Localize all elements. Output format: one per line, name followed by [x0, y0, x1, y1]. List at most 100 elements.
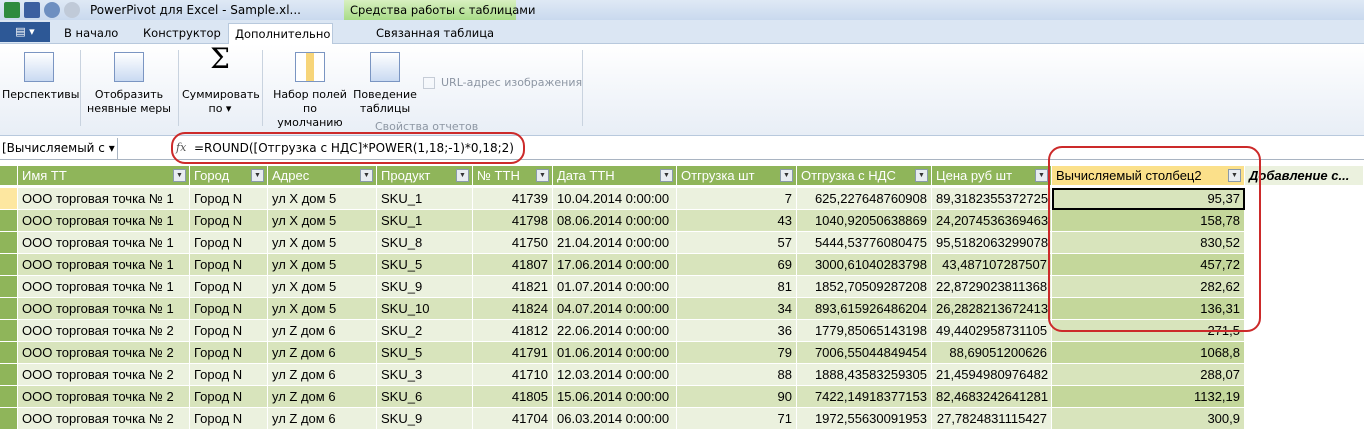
table-cell[interactable]: 82,4683242641281 — [932, 386, 1052, 408]
table-cell[interactable]: 1132,19 — [1052, 386, 1245, 408]
table-cell[interactable]: Город N — [190, 320, 268, 342]
table-cell[interactable]: 41807 — [473, 254, 553, 276]
table-cell[interactable]: SKU_6 — [377, 386, 473, 408]
table-cell[interactable]: 12.03.2014 0:00:00 — [553, 364, 677, 386]
file-menu-button[interactable]: ▤ ▾ — [0, 22, 50, 42]
filter-dropdown-icon[interactable]: ▼ — [660, 169, 673, 182]
table-cell[interactable]: 41805 — [473, 386, 553, 408]
table-cell[interactable]: ул Z дом 6 — [268, 342, 377, 364]
column-header[interactable]: Город ▼ — [190, 166, 268, 186]
table-cell[interactable]: 90 — [677, 386, 797, 408]
table-cell[interactable]: 95,5182063299078 — [932, 232, 1052, 254]
table-cell[interactable]: 89,3182355372725 — [932, 188, 1052, 210]
row-header[interactable] — [0, 364, 18, 386]
filter-dropdown-icon[interactable]: ▼ — [536, 169, 549, 182]
table-cell-empty[interactable] — [1245, 342, 1364, 364]
table-cell-empty[interactable] — [1245, 276, 1364, 298]
table-cell[interactable]: Город N — [190, 188, 268, 210]
table-cell[interactable]: ул X дом 5 — [268, 254, 377, 276]
filter-dropdown-icon[interactable]: ▼ — [251, 169, 264, 182]
table-cell[interactable]: 1779,85065143198 — [797, 320, 932, 342]
table-cell[interactable]: SKU_8 — [377, 232, 473, 254]
column-header[interactable]: Цена руб шт ▼ — [932, 166, 1052, 186]
column-header[interactable]: Продукт ▼ — [377, 166, 473, 186]
column-header[interactable]: Имя ТТ ▼ — [18, 166, 190, 186]
row-header[interactable] — [0, 320, 18, 342]
table-cell[interactable]: SKU_2 — [377, 320, 473, 342]
table-cell[interactable]: Город N — [190, 298, 268, 320]
name-box[interactable]: [Вычисляемый с ▾ — [0, 138, 118, 160]
row-header[interactable] — [0, 232, 18, 254]
table-cell-empty[interactable] — [1245, 210, 1364, 232]
column-header[interactable]: Добавление с... — [1245, 166, 1364, 186]
table-cell[interactable]: 43,487107287507 — [932, 254, 1052, 276]
undo-icon[interactable] — [44, 2, 60, 18]
table-cell[interactable]: 34 — [677, 298, 797, 320]
table-cell[interactable]: ООО торговая точка № 2 — [18, 364, 190, 386]
redo-icon[interactable] — [64, 2, 80, 18]
table-cell[interactable]: Город N — [190, 364, 268, 386]
table-cell[interactable]: 893,615926486204 — [797, 298, 932, 320]
table-cell[interactable]: 7006,55044849454 — [797, 342, 932, 364]
table-cell[interactable]: 17.06.2014 0:00:00 — [553, 254, 677, 276]
table-cell[interactable]: 7 — [677, 188, 797, 210]
table-cell[interactable]: ул X дом 5 — [268, 276, 377, 298]
table-cell[interactable]: 7422,14918377153 — [797, 386, 932, 408]
table-cell[interactable]: 57 — [677, 232, 797, 254]
row-header[interactable] — [0, 210, 18, 232]
default-field-set-button[interactable]: Набор полей по умолчанию — [270, 52, 350, 130]
table-cell-empty[interactable] — [1245, 386, 1364, 408]
table-cell[interactable]: 36 — [677, 320, 797, 342]
table-cell[interactable]: 22,8729023811368 — [932, 276, 1052, 298]
table-cell[interactable]: 43 — [677, 210, 797, 232]
table-cell[interactable]: ООО торговая точка № 2 — [18, 342, 190, 364]
row-header[interactable] — [0, 254, 18, 276]
table-cell[interactable]: 04.07.2014 0:00:00 — [553, 298, 677, 320]
table-cell-empty[interactable] — [1245, 188, 1364, 210]
table-cell[interactable]: 01.07.2014 0:00:00 — [553, 276, 677, 298]
table-cell[interactable]: 41739 — [473, 188, 553, 210]
chevron-down-icon[interactable]: ▾ — [109, 141, 115, 155]
column-header[interactable]: Дата ТТН ▼ — [553, 166, 677, 186]
table-cell[interactable]: 21,4594980976482 — [932, 364, 1052, 386]
table-cell[interactable]: 288,07 — [1052, 364, 1245, 386]
table-cell[interactable]: ООО торговая точка № 1 — [18, 254, 190, 276]
table-cell[interactable]: 88,69051200626 — [932, 342, 1052, 364]
table-cell[interactable]: 41710 — [473, 364, 553, 386]
table-cell[interactable]: Город N — [190, 232, 268, 254]
table-cell[interactable]: 1040,92050638869 — [797, 210, 932, 232]
row-header[interactable] — [0, 298, 18, 320]
table-cell[interactable]: ул X дом 5 — [268, 232, 377, 254]
table-cell[interactable]: ООО торговая точка № 2 — [18, 386, 190, 408]
table-cell[interactable]: SKU_1 — [377, 210, 473, 232]
table-cell[interactable]: ул X дом 5 — [268, 188, 377, 210]
row-header[interactable] — [0, 188, 18, 210]
table-cell[interactable]: ООО торговая точка № 1 — [18, 298, 190, 320]
tab-linked-table[interactable]: Связанная таблица — [370, 23, 500, 44]
table-behavior-button[interactable]: Поведение таблицы — [352, 52, 418, 116]
table-cell[interactable]: 79 — [677, 342, 797, 364]
table-cell[interactable]: Город N — [190, 210, 268, 232]
table-cell[interactable]: ООО торговая точка № 2 — [18, 320, 190, 342]
table-cell[interactable]: 625,227648760908 — [797, 188, 932, 210]
table-cell-empty[interactable] — [1245, 364, 1364, 386]
tab-home[interactable]: В начало — [58, 23, 124, 44]
table-cell[interactable]: ул Z дом 6 — [268, 320, 377, 342]
filter-dropdown-icon[interactable]: ▼ — [780, 169, 793, 182]
table-cell[interactable]: 41821 — [473, 276, 553, 298]
table-cell[interactable]: 15.06.2014 0:00:00 — [553, 386, 677, 408]
table-cell[interactable]: 41750 — [473, 232, 553, 254]
table-cell[interactable]: ООО торговая точка № 1 — [18, 210, 190, 232]
table-cell[interactable]: ООО торговая точка № 1 — [18, 188, 190, 210]
table-cell[interactable]: 1888,43583259305 — [797, 364, 932, 386]
table-cell[interactable]: 88 — [677, 364, 797, 386]
row-header[interactable] — [0, 276, 18, 298]
column-header[interactable]: Отгрузка с НДС ▼ — [797, 166, 932, 186]
save-icon[interactable] — [24, 2, 40, 18]
table-cell[interactable]: 1852,70509287208 — [797, 276, 932, 298]
table-cell[interactable]: SKU_5 — [377, 254, 473, 276]
show-implicit-measures-button[interactable]: Отобразить неявные меры — [84, 52, 174, 116]
perspectives-button[interactable]: Перспективы — [2, 52, 79, 102]
summarize-by-button[interactable]: Σ Суммировать по ▾ — [182, 45, 260, 116]
filter-dropdown-icon[interactable]: ▼ — [1035, 169, 1048, 182]
